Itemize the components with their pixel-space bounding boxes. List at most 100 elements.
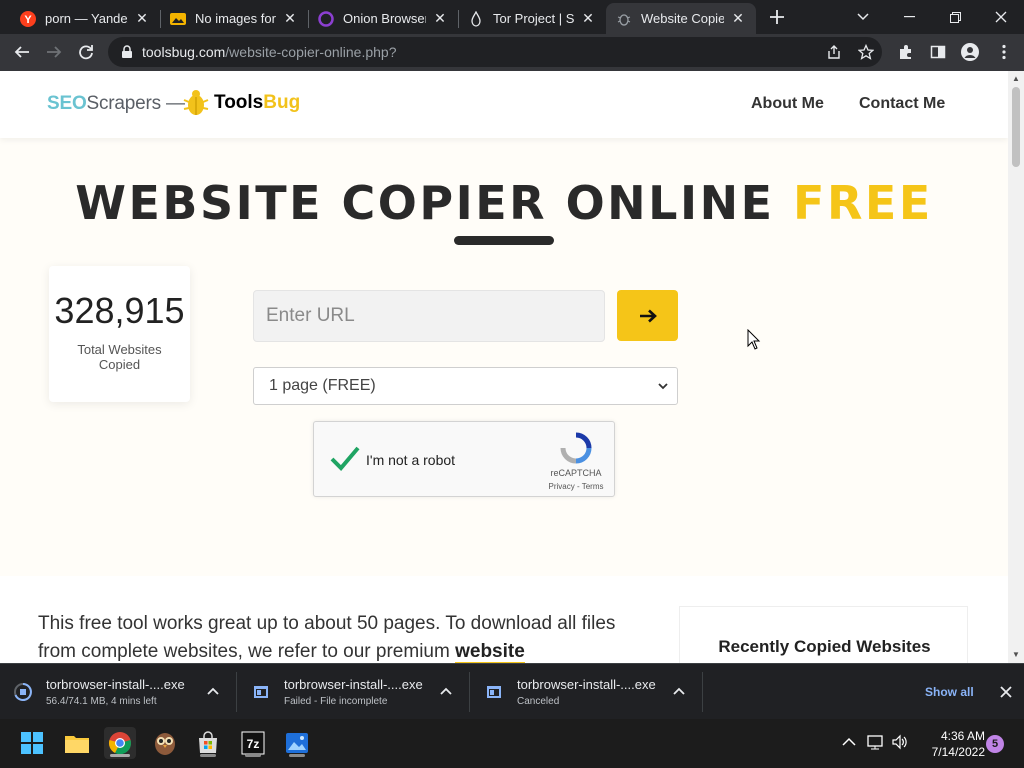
recent-title: Recently Copied Websites (718, 637, 931, 656)
bookmark-button[interactable] (854, 37, 878, 67)
page-count-select[interactable]: 1 page (FREE) (253, 367, 678, 405)
close-icon[interactable]: ✕ (282, 10, 298, 27)
page-scrollbar[interactable]: ▲ ▼ (1008, 71, 1024, 663)
tab-website-copier[interactable]: Website Copier ✕ (606, 3, 756, 34)
profile-button[interactable] (956, 38, 984, 66)
website-link[interactable]: website (455, 641, 525, 663)
tab-onion-browser[interactable]: Onion Browser ✕ (308, 3, 458, 34)
show-all-downloads-link[interactable]: Show all (925, 685, 974, 699)
forward-button[interactable] (40, 38, 68, 66)
close-icon[interactable]: ✕ (580, 10, 596, 27)
yandex-icon: Y (20, 10, 36, 27)
chevron-up-icon[interactable] (672, 684, 686, 698)
counter-card: 328,915 Total Websites Copied (49, 266, 190, 402)
reload-button[interactable] (72, 38, 100, 66)
chevron-up-icon[interactable] (439, 684, 453, 698)
windows-taskbar: 7z 4:36 AM 7/14/2022 5 (0, 719, 1024, 768)
seoscrapers-logo[interactable]: SEOScrapers — (47, 93, 185, 115)
tab-tor-project[interactable]: Tor Project | Sup ✕ (458, 3, 606, 34)
side-panel-button[interactable] (924, 38, 952, 66)
menu-button[interactable] (990, 38, 1018, 66)
selected-option: 1 page (FREE) (269, 377, 376, 394)
svg-text:Y: Y (24, 14, 32, 26)
tor-browser-button[interactable] (149, 727, 181, 759)
nav-about-me[interactable]: About Me (751, 95, 824, 113)
file-icon (254, 686, 268, 698)
share-icon (828, 45, 840, 59)
side-panel-icon (930, 45, 946, 59)
tab-no-images[interactable]: No images for t ✕ (160, 3, 308, 34)
copied-count: 328,915 (54, 290, 185, 331)
new-tab-button[interactable] (766, 6, 788, 28)
7zip-button[interactable]: 7z (237, 727, 269, 759)
intro-section: This free tool works great up to about 5… (0, 576, 1008, 663)
svg-text:7z: 7z (247, 737, 260, 751)
clock-date: 7/14/2022 (931, 745, 985, 759)
download-name: torbrowser-install-....exe (46, 677, 185, 692)
profile-icon (961, 43, 979, 61)
tab-search-button[interactable] (840, 0, 886, 34)
store-icon (199, 731, 217, 753)
toolsbug-logo[interactable]: ToolsBug (214, 92, 300, 114)
restore-button[interactable] (932, 0, 978, 34)
scroll-thumb[interactable] (1012, 87, 1020, 167)
chevron-up-icon[interactable] (840, 733, 858, 751)
download-item[interactable]: torbrowser-install-....exe Failed - File… (238, 664, 470, 720)
close-window-button[interactable] (978, 0, 1024, 34)
mouse-cursor-icon (747, 329, 761, 350)
submit-button[interactable] (617, 290, 678, 341)
kebab-menu-icon (1002, 44, 1006, 60)
system-clock[interactable]: 4:36 AM 7/14/2022 (915, 728, 985, 760)
star-icon (858, 44, 874, 60)
share-button[interactable] (822, 37, 846, 67)
nav-contact-me[interactable]: Contact Me (859, 95, 945, 113)
close-icon[interactable] (998, 684, 1014, 700)
extensions-button[interactable] (892, 38, 920, 66)
recaptcha-links[interactable]: Privacy - Terms (542, 482, 610, 491)
arrow-left-icon (14, 46, 29, 58)
scroll-down-icon[interactable]: ▼ (1012, 651, 1020, 659)
page-title: WEBSITE COPIER ONLINE FREE (75, 176, 933, 230)
download-item[interactable]: torbrowser-install-....exe 56.4/74.1 MB,… (0, 664, 236, 720)
copied-count-label: Total Websites Copied (77, 342, 162, 372)
owl-icon (155, 733, 175, 755)
download-name: torbrowser-install-....exe (284, 677, 423, 692)
notification-badge[interactable]: 5 (986, 735, 1004, 753)
address-bar[interactable]: toolsbug.com/website-copier-online.php? (108, 37, 882, 67)
tab-title: Onion Browser (343, 11, 426, 26)
reload-icon (79, 45, 93, 60)
recaptcha-brand: reCAPTCHA (550, 468, 602, 478)
recaptcha-logo-icon (560, 432, 592, 464)
start-button[interactable] (16, 727, 48, 759)
close-icon[interactable]: ✕ (432, 10, 448, 27)
bug-icon (616, 11, 632, 27)
download-status: 56.4/74.1 MB, 4 mins left (46, 696, 157, 707)
chrome-button[interactable] (104, 727, 136, 759)
chrome-icon (109, 732, 131, 755)
tor-icon (468, 10, 484, 27)
minimize-button[interactable] (886, 0, 932, 34)
back-button[interactable] (8, 38, 36, 66)
scroll-up-icon[interactable]: ▲ (1012, 75, 1020, 83)
chevron-down-icon (857, 13, 869, 21)
download-shelf: torbrowser-install-....exe 56.4/74.1 MB,… (0, 663, 1024, 719)
check-icon[interactable] (329, 442, 361, 474)
tab-strip: Y porn — Yandex ✕ No images for t ✕ Onio… (0, 0, 1024, 34)
photos-button[interactable] (281, 727, 313, 759)
close-icon[interactable]: ✕ (134, 10, 150, 27)
download-status: Failed - File incomplete (284, 696, 388, 707)
volume-icon[interactable] (891, 733, 909, 751)
close-icon[interactable]: ✕ (730, 10, 746, 27)
download-item[interactable]: torbrowser-install-....exe Canceled (471, 664, 703, 720)
store-button[interactable] (192, 727, 224, 759)
arrow-right-icon (47, 46, 62, 58)
file-explorer-button[interactable] (61, 727, 93, 759)
chevron-up-icon[interactable] (206, 684, 220, 698)
web-page: SEOScrapers — ToolsBug About Me Contact … (0, 71, 1008, 663)
download-progress-icon (14, 683, 32, 701)
url-input[interactable] (253, 290, 605, 342)
recaptcha-widget: I'm not a robot reCAPTCHA Privacy - Term… (313, 421, 615, 497)
network-icon[interactable] (866, 733, 884, 751)
tab-yandex[interactable]: Y porn — Yandex ✕ (10, 3, 160, 34)
lock-icon (122, 45, 132, 58)
